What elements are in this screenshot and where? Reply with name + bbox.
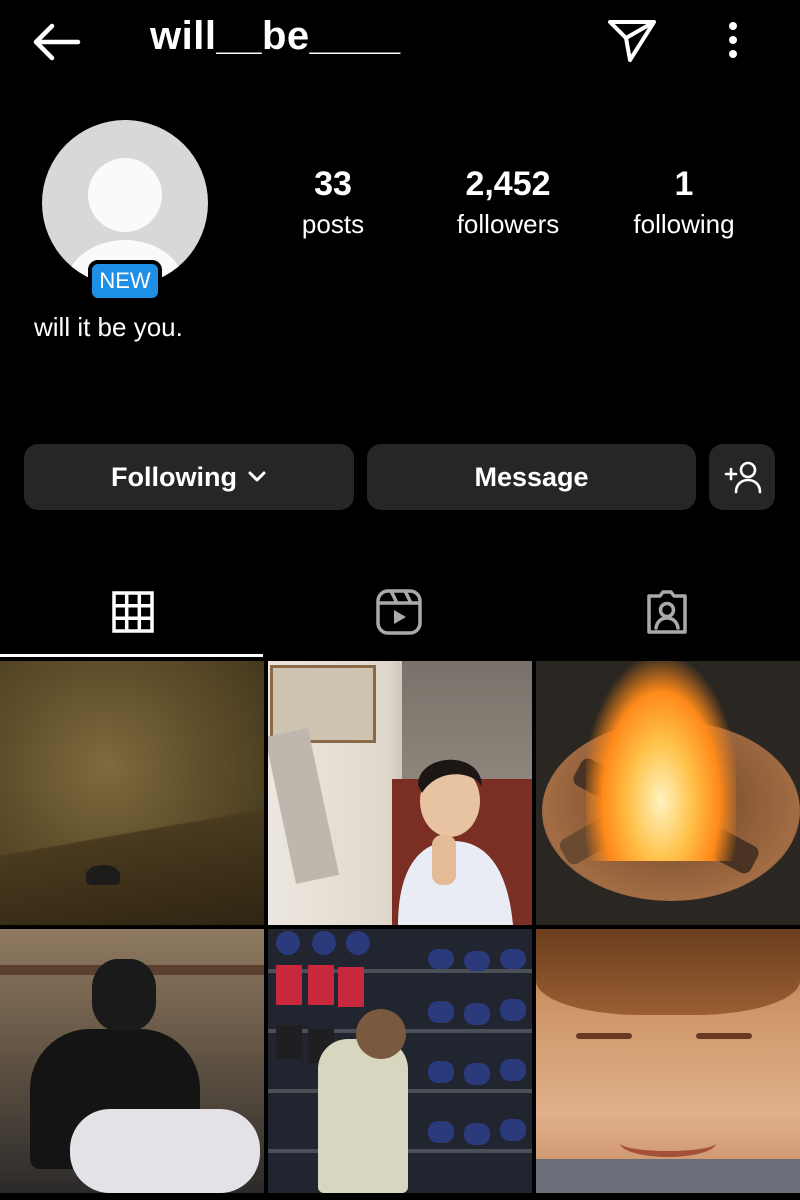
message-button-label: Message xyxy=(474,461,589,492)
posts-count: 33 xyxy=(314,165,352,203)
message-button[interactable]: Message xyxy=(367,444,696,510)
followers-label: followers xyxy=(456,209,560,239)
stat-following[interactable]: 1 following xyxy=(614,164,754,244)
add-user-button[interactable] xyxy=(709,444,775,510)
post-thumbnail[interactable] xyxy=(268,661,532,925)
post-thumbnail[interactable] xyxy=(0,929,264,1193)
grid-icon xyxy=(112,591,154,633)
stat-followers[interactable]: 2,452 followers xyxy=(432,164,584,244)
reels-icon xyxy=(376,589,422,635)
more-vertical-icon[interactable] xyxy=(718,18,748,64)
active-tab-indicator xyxy=(0,654,263,657)
post-thumbnail[interactable] xyxy=(0,661,264,925)
post-thumbnail[interactable] xyxy=(536,661,800,925)
posts-label: posts xyxy=(301,209,365,239)
tab-tagged[interactable] xyxy=(534,570,800,654)
new-badge: NEW xyxy=(88,260,162,302)
post-thumbnail[interactable] xyxy=(536,929,800,1193)
following-label: following xyxy=(633,209,735,239)
paper-plane-icon[interactable] xyxy=(604,16,660,64)
profile-username: will__be____ xyxy=(150,14,401,58)
top-bar: will__be____ xyxy=(0,0,800,82)
profile-tabs xyxy=(0,570,800,658)
chevron-down-icon xyxy=(248,471,266,482)
following-count: 1 xyxy=(674,165,694,203)
profile-bio: will it be you. xyxy=(34,312,183,342)
post-thumbnail[interactable] xyxy=(268,929,532,1193)
add-user-icon xyxy=(724,461,762,494)
following-button-label: Following xyxy=(111,461,237,492)
tagged-icon xyxy=(647,590,687,634)
tab-reels[interactable] xyxy=(266,570,532,654)
following-button[interactable]: Following xyxy=(24,444,354,510)
back-arrow-icon[interactable] xyxy=(30,20,86,64)
stat-posts[interactable]: 33 posts xyxy=(282,164,384,244)
tab-posts-grid[interactable] xyxy=(0,570,266,654)
followers-count: 2,452 xyxy=(465,165,551,203)
